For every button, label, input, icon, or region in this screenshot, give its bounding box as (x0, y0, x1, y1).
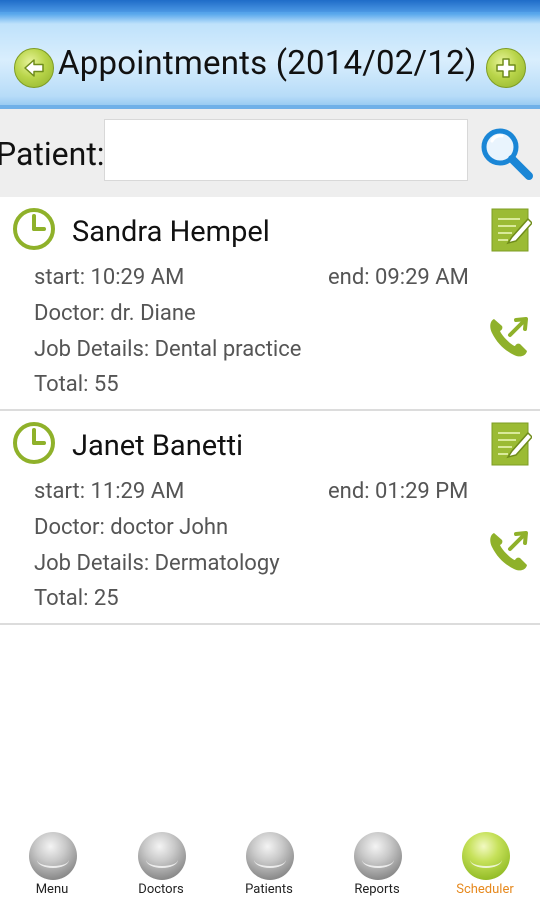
nav-scheduler[interactable]: Scheduler (435, 826, 535, 900)
nav-reports[interactable]: Reports (327, 826, 427, 900)
appointment-card[interactable]: Janet Banetti start: 11:29 AM end: 01:29… (0, 413, 540, 625)
start-time: start: 11:29 AM (34, 479, 185, 504)
arrow-left-icon (24, 59, 44, 77)
doctor-name: Doctor: doctor John (34, 515, 229, 540)
patient-name: Janet Banetti (72, 429, 244, 463)
total-amount: Total: 55 (34, 372, 119, 397)
clock-icon (13, 422, 55, 464)
job-details: Job Details: Dental practice (34, 337, 302, 362)
header-top-strip (0, 0, 540, 12)
phone-call-icon[interactable] (486, 313, 532, 359)
nav-label: Scheduler (456, 882, 514, 897)
doctor-name: Doctor: dr. Diane (34, 301, 196, 326)
end-time: end: 01:29 PM (328, 479, 469, 504)
start-time: start: 10:29 AM (34, 265, 185, 290)
back-button[interactable] (14, 48, 54, 88)
patient-search-bar: Patient: (0, 109, 540, 197)
edit-note-icon[interactable] (490, 207, 532, 253)
nav-menu[interactable]: Menu (2, 826, 102, 900)
sphere-icon (138, 832, 186, 880)
phone-call-icon[interactable] (486, 527, 532, 573)
nav-doctors[interactable]: Doctors (111, 826, 211, 900)
patient-label: Patient: (0, 135, 105, 173)
add-appointment-button[interactable] (486, 48, 526, 88)
nav-label: Doctors (138, 882, 184, 897)
patient-search-input[interactable] (104, 119, 468, 181)
scheduler-screen: Appointments (2014/02/12) Patient: Sandr… (0, 0, 540, 900)
appointment-card[interactable]: Sandra Hempel start: 10:29 AM end: 09:29… (0, 199, 540, 411)
nav-label: Menu (35, 882, 69, 897)
clock-icon (13, 208, 55, 250)
job-details: Job Details: Dermatology (34, 551, 280, 576)
magnifier-icon (481, 128, 533, 180)
app-header: Appointments (2014/02/12) (0, 0, 540, 109)
sphere-icon (462, 832, 510, 880)
sphere-icon (354, 832, 402, 880)
total-amount: Total: 25 (34, 586, 119, 611)
end-time: end: 09:29 AM (328, 265, 469, 290)
plus-icon (496, 58, 516, 78)
patient-name: Sandra Hempel (72, 215, 270, 249)
page-title: Appointments (2014/02/12) (58, 44, 477, 83)
nav-patients[interactable]: Patients (219, 826, 319, 900)
nav-label: Patients (245, 882, 293, 897)
nav-label: Reports (354, 882, 400, 897)
bottom-nav-bar: Menu Doctors Patients Reports Scheduler (0, 826, 540, 900)
sphere-icon (29, 832, 77, 880)
edit-note-icon[interactable] (490, 421, 532, 467)
search-button[interactable] (476, 123, 536, 183)
sphere-icon (246, 832, 294, 880)
